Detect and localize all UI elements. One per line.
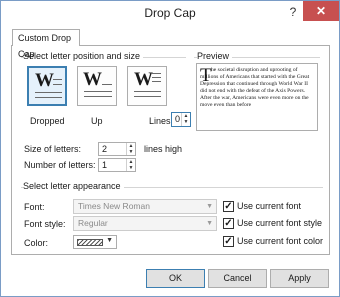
font-style-value: Regular: [78, 218, 108, 228]
use-current-font-color-checkbox[interactable]: ✓: [223, 236, 234, 247]
dropped-w-icon: W: [35, 70, 54, 91]
color-combo[interactable]: ▼: [73, 235, 117, 249]
close-button[interactable]: ✕: [303, 1, 339, 21]
font-combo[interactable]: Times New Roman ▼: [73, 199, 217, 214]
size-value: 2: [102, 144, 108, 154]
drop-cap-dialog: Drop Cap ? ✕ Custom Drop Cap Select lett…: [0, 0, 340, 297]
use-current-font-style-checkbox[interactable]: ✓: [223, 218, 234, 229]
help-button[interactable]: ?: [286, 5, 300, 21]
font-style-combo[interactable]: Regular ▼: [73, 216, 217, 231]
line-mark: [35, 97, 62, 98]
line-mark: [152, 81, 161, 82]
line-mark: [152, 77, 161, 78]
dropped-label: Dropped: [30, 116, 65, 126]
line-mark: [84, 91, 112, 92]
lines-option-button[interactable]: W: [127, 66, 167, 106]
size-unit-label: lines high: [144, 144, 183, 154]
size-spinner[interactable]: 2 ▲ ▼: [98, 142, 136, 156]
font-style-label: Font style:: [24, 219, 66, 229]
size-label: Size of letters:: [24, 144, 82, 154]
appearance-group-title: Select letter appearance: [23, 181, 124, 191]
line-mark: [134, 96, 161, 97]
up-option-button[interactable]: W: [77, 66, 117, 106]
number-spinner-arrows-icon[interactable]: ▲ ▼: [126, 159, 135, 171]
apply-button[interactable]: Apply: [270, 269, 329, 288]
number-spinner[interactable]: 1 ▲ ▼: [98, 158, 136, 172]
use-current-font-style-label: Use current font style: [237, 218, 323, 228]
size-spinner-arrows-icon[interactable]: ▲ ▼: [126, 143, 135, 155]
font-value: Times New Roman: [78, 201, 150, 211]
preview-box: T he societal disruption and uprooting o…: [196, 63, 318, 131]
chevron-down-icon: ▼: [206, 203, 213, 210]
color-label: Color:: [24, 238, 49, 248]
color-swatch: [77, 239, 103, 246]
line-mark: [53, 79, 62, 80]
lines-count-input[interactable]: 0 ▲ ▼: [171, 112, 191, 127]
ok-button[interactable]: OK: [146, 269, 205, 288]
line-mark: [102, 84, 112, 85]
use-current-font-color-label: Use current font color: [237, 236, 324, 246]
up-label: Up: [91, 116, 103, 126]
preview-text: he societal disruption and uprooting of …: [200, 67, 310, 108]
line-mark: [152, 73, 161, 74]
number-value: 1: [102, 160, 108, 170]
tab-custom-drop-cap[interactable]: Custom Drop Cap: [12, 29, 80, 59]
use-current-font-checkbox[interactable]: ✓: [223, 201, 234, 212]
up-w-icon: W: [83, 69, 102, 90]
lines-w-icon: W: [134, 69, 153, 90]
chevron-down-icon: ▼: [206, 220, 213, 227]
lines-count-value: 0: [175, 114, 181, 124]
line-mark: [84, 96, 112, 97]
title-bar: Drop Cap ? ✕: [1, 1, 339, 26]
chevron-down-icon: ▼: [106, 237, 113, 244]
line-mark: [134, 91, 161, 92]
lines-spinner-icon[interactable]: ▲ ▼: [181, 113, 190, 126]
use-current-font-label: Use current font: [237, 201, 302, 211]
lines-label: Lines: [149, 116, 171, 126]
position-group-title: Select letter position and size: [23, 51, 144, 61]
number-label: Number of letters:: [24, 160, 96, 170]
line-mark: [35, 92, 62, 93]
line-mark: [53, 84, 62, 85]
preview-title: Preview: [197, 51, 233, 61]
dropped-option-button[interactable]: W: [27, 66, 67, 106]
font-label: Font:: [24, 202, 45, 212]
cancel-button[interactable]: Cancel: [208, 269, 267, 288]
